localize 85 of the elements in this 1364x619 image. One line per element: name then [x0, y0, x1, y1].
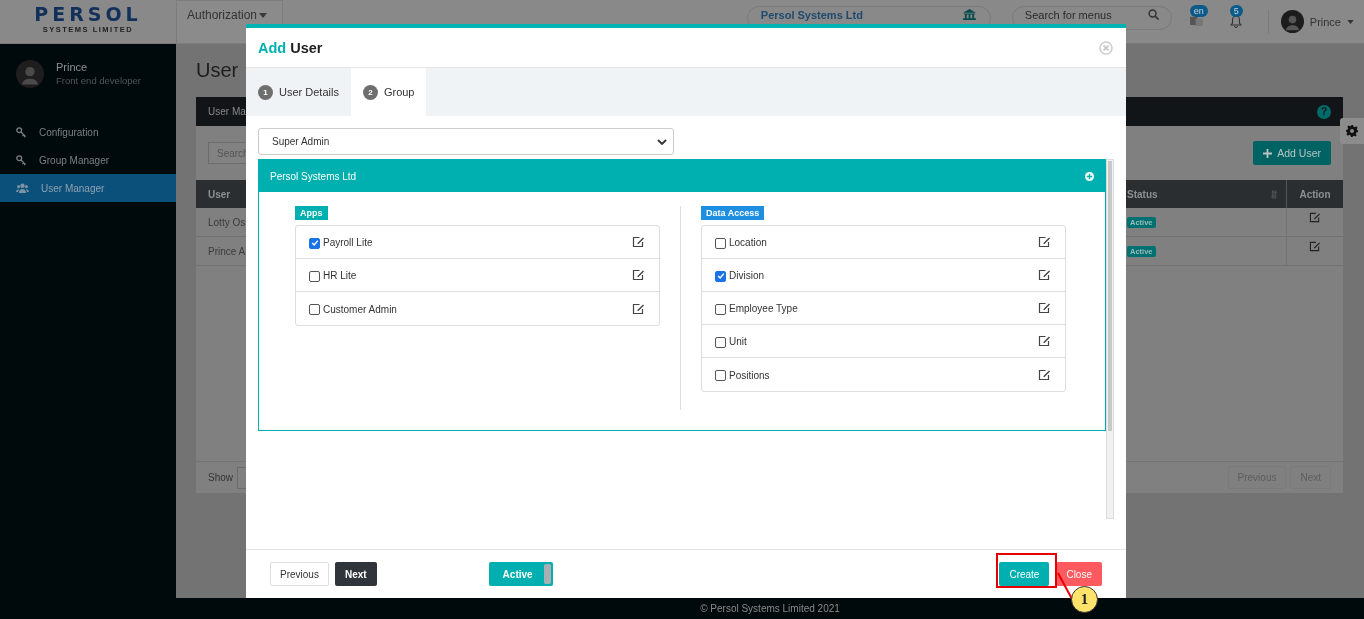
create-button[interactable]: Create [999, 562, 1050, 586]
checkbox[interactable] [715, 370, 726, 381]
sidebar-item[interactable]: User Manager [0, 174, 176, 202]
checkbox[interactable] [309, 304, 320, 315]
section-label: Apps [295, 206, 328, 220]
help-button[interactable]: ? [1317, 104, 1331, 119]
checkbox[interactable] [715, 270, 726, 282]
checkbox[interactable] [309, 270, 320, 282]
close-button[interactable]: Close [1056, 562, 1102, 586]
edit-icon[interactable] [632, 236, 645, 248]
status-toggle[interactable]: Active [488, 562, 553, 586]
language-badge: en [1189, 5, 1208, 17]
checkbox-label: Location [729, 237, 767, 249]
notification-badge: 5 [1229, 5, 1243, 17]
plus-circle-icon [1085, 171, 1094, 181]
checkbox-label: Customer Admin [323, 303, 397, 316]
notifications-button[interactable]: 5 [1229, 5, 1246, 28]
settings-tab[interactable] [1340, 118, 1364, 144]
checkbox-label: Payroll Lite [323, 237, 373, 249]
edit-icon[interactable] [632, 269, 645, 281]
key-icon [16, 154, 27, 166]
checkbox-label: Division [729, 270, 764, 282]
avatar [16, 60, 44, 88]
edit-icon[interactable] [632, 302, 645, 315]
checkbox[interactable] [309, 237, 320, 249]
key-icon [16, 126, 27, 138]
checkbox-label: Employee Type [729, 303, 798, 315]
step-tab[interactable]: 1 User Details [246, 68, 351, 116]
edit-icon[interactable] [1038, 335, 1051, 347]
checkbox-label: HR Lite [323, 270, 357, 282]
add-user-button[interactable]: Add User [1253, 141, 1331, 165]
card-title: User Ma [208, 106, 246, 117]
checkmark-icon [716, 272, 725, 280]
scrollbar[interactable] [1106, 159, 1114, 519]
chevron-down-icon [657, 138, 667, 145]
bell-icon [1229, 15, 1242, 28]
edit-icon[interactable] [1309, 212, 1321, 223]
page-title: User [196, 58, 239, 83]
next-button[interactable]: Next [334, 562, 377, 586]
group-select[interactable]: Super Admin [258, 128, 674, 155]
settings-icon [1346, 125, 1358, 137]
checkbox-label: Positions [729, 369, 770, 382]
checkbox[interactable] [715, 336, 726, 348]
checkbox[interactable] [715, 303, 726, 315]
step-tab[interactable]: 2 Group [350, 68, 427, 116]
company-name: Persol Systems Ltd [760, 9, 863, 22]
edit-icon[interactable] [1309, 241, 1321, 252]
edit-icon[interactable] [1038, 236, 1051, 248]
caret-icon [259, 13, 268, 18]
table-cell-text: Prince A [207, 245, 247, 257]
avatar [1280, 10, 1304, 33]
checkbox-label: Unit [729, 336, 747, 348]
checkmark-icon [310, 239, 319, 247]
caret-icon [1347, 19, 1354, 24]
language-icon [1189, 15, 1203, 26]
sidebar-item[interactable]: Group Manager [0, 146, 176, 174]
sort-icon [1271, 189, 1278, 199]
step-number: 1 [258, 84, 273, 100]
edit-icon[interactable] [1038, 368, 1051, 381]
step-number: 2 [362, 84, 378, 100]
profile-role: Front end developer [56, 74, 142, 87]
plus-icon [1263, 148, 1273, 158]
checkbox[interactable] [715, 237, 726, 249]
section-label: Data Access [701, 206, 765, 220]
user-name: Prince [1309, 15, 1341, 28]
copyright: © Persol Systems Limited 2021 [700, 603, 840, 614]
edit-icon[interactable] [1038, 269, 1051, 281]
sidebar-item[interactable]: Configuration [0, 118, 176, 146]
previous-button[interactable]: Previous [270, 562, 329, 586]
profile-name: Prince [56, 60, 89, 74]
panel-title: Persol Systems Ltd [270, 170, 357, 182]
search-icon [1147, 9, 1159, 20]
column-header[interactable]: Status [1127, 180, 1287, 208]
edit-icon[interactable] [1038, 302, 1051, 314]
users-icon [16, 183, 29, 193]
column-header: User [207, 188, 232, 200]
panel-header[interactable]: Persol Systems Ltd [259, 160, 1105, 192]
logo-text: PERSOL [34, 3, 142, 25]
language-button[interactable]: en [1189, 5, 1208, 26]
user-menu[interactable]: Prince [1280, 10, 1354, 33]
bank-icon [962, 9, 976, 20]
show-label: Show [208, 472, 233, 483]
table-cell-text: Lotty Os [207, 216, 247, 228]
column-header: Action [1298, 188, 1332, 200]
highlight-frame [996, 553, 1057, 588]
